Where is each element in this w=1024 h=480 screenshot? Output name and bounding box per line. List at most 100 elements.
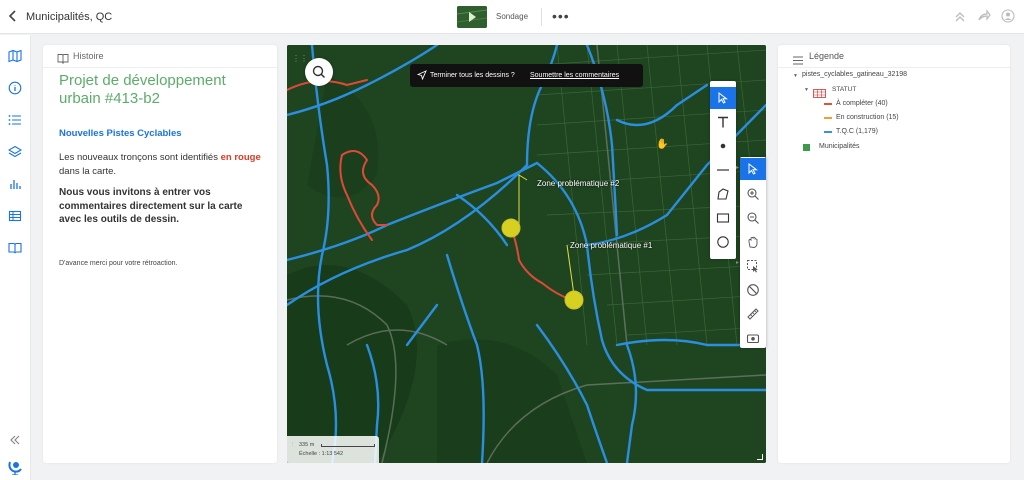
statut-symbol-icon bbox=[813, 85, 826, 98]
legend-header-divider bbox=[778, 67, 1010, 68]
zoom-box-tool[interactable] bbox=[740, 255, 766, 277]
rectangle-icon bbox=[716, 213, 730, 223]
book-icon[interactable] bbox=[8, 241, 22, 255]
left-sidebar bbox=[0, 35, 31, 480]
list-icon bbox=[793, 52, 803, 65]
story-title: Projet de développement urbain #413-b2 bbox=[59, 72, 226, 107]
legend-header-label: Légende bbox=[809, 51, 845, 61]
list-icon[interactable] bbox=[8, 113, 22, 127]
table-icon[interactable] bbox=[8, 209, 22, 223]
rectangle-tool[interactable] bbox=[710, 207, 736, 229]
more-options-button[interactable]: ••• bbox=[552, 9, 570, 23]
app-logo-icon bbox=[7, 458, 24, 476]
draw-select-tool[interactable] bbox=[710, 87, 736, 109]
ruler-icon bbox=[747, 308, 759, 320]
polygon-icon bbox=[717, 188, 729, 200]
legend-swatch-municipalites bbox=[803, 144, 810, 151]
legend-item-a-completer: À compléter (40) bbox=[836, 100, 888, 107]
book-open-icon bbox=[57, 51, 69, 65]
text-tool[interactable] bbox=[710, 111, 736, 133]
share-icon[interactable] bbox=[977, 9, 993, 25]
collapse-up-icon[interactable] bbox=[953, 9, 969, 25]
survey-tab-label[interactable]: Sondage bbox=[496, 12, 528, 21]
no-selection-tool[interactable] bbox=[740, 279, 766, 301]
story-paragraph-1: Les nouveaux tronçons sont identifiés en… bbox=[59, 151, 264, 179]
p1-text-before: Les nouveaux tronçons sont identifiés bbox=[59, 152, 218, 163]
map-select-tool[interactable] bbox=[740, 158, 766, 180]
submit-comments-link[interactable]: Soumettre les commentaires bbox=[530, 72, 619, 79]
freehand-polygon-tool[interactable] bbox=[710, 183, 736, 205]
pan-tool[interactable] bbox=[740, 231, 766, 253]
story-subtitle: Nouvelles Pistes Cyclables bbox=[59, 128, 182, 139]
legend-item-tqc: T.Q.C (1,179) bbox=[836, 128, 879, 135]
map-canvas[interactable] bbox=[287, 45, 766, 463]
statut-label: STATUT bbox=[832, 86, 857, 93]
map-navigation-toolbar bbox=[740, 157, 766, 348]
legend-layer-name[interactable]: pistes_cyclables_gatineau_32198 bbox=[802, 71, 907, 78]
zoom-out-icon bbox=[747, 212, 759, 224]
circle-icon bbox=[717, 236, 729, 248]
topbar-divider bbox=[541, 8, 542, 26]
zoom-in-icon bbox=[747, 188, 759, 200]
map-search-button[interactable] bbox=[305, 58, 333, 86]
zoom-in-tool[interactable] bbox=[740, 183, 766, 205]
zone-1-marker bbox=[564, 290, 584, 310]
camera-icon bbox=[746, 334, 760, 344]
story-paragraph-3: D'avance merci pour votre rétroaction. bbox=[59, 260, 178, 267]
legend-swatch-en-construction bbox=[824, 117, 832, 119]
p1-text-after: dans la carte. bbox=[59, 166, 117, 177]
scale-bar: ⋮ 335 m Échelle : 1:13 542 bbox=[287, 436, 379, 463]
user-avatar-icon[interactable] bbox=[1001, 9, 1017, 25]
legend-swatch-tqc bbox=[824, 131, 832, 133]
line-icon bbox=[717, 169, 729, 171]
navigation-arrow-icon bbox=[416, 70, 427, 81]
legend-item-en-construction: En construction (15) bbox=[836, 114, 899, 121]
search-icon bbox=[312, 65, 326, 79]
layer-collapse-icon[interactable]: ▼ bbox=[793, 73, 798, 79]
legend-swatch-a-completer bbox=[824, 103, 832, 105]
back-chevron-icon[interactable] bbox=[8, 9, 22, 25]
story-header-label: Histoire bbox=[73, 51, 104, 61]
p1-highlight: en rouge bbox=[220, 152, 261, 163]
top-bar: Municipalités, QC Sondage ••• bbox=[0, 0, 1024, 34]
legend-panel bbox=[778, 45, 1010, 463]
point-tool[interactable] bbox=[710, 135, 736, 157]
pointer-icon bbox=[748, 162, 758, 175]
story-header-divider bbox=[43, 67, 277, 68]
screenshot-tool[interactable] bbox=[740, 327, 766, 349]
survey-thumbnail[interactable] bbox=[457, 6, 487, 28]
zone-2-marker bbox=[501, 218, 521, 238]
page-title: Municipalités, QC bbox=[26, 11, 113, 23]
circle-tool[interactable] bbox=[710, 231, 736, 253]
zone-1-label: Zone problématique #1 bbox=[570, 241, 653, 250]
submit-banner: Terminer tous les dessins ? Soumettre le… bbox=[410, 64, 643, 87]
scale-bar-line bbox=[321, 444, 375, 447]
scale-drag-handle-icon: ⋮ bbox=[290, 442, 296, 448]
resize-corner-icon[interactable] bbox=[757, 454, 763, 460]
chart-icon[interactable] bbox=[8, 177, 22, 191]
map-toolbar-expand-icon[interactable]: ▸ bbox=[736, 164, 739, 171]
map-view[interactable]: ⋮⋮ Terminer tous les dessins ? Soumettre… bbox=[287, 45, 766, 463]
scale-value: 335 m bbox=[299, 442, 315, 448]
prohibited-icon bbox=[747, 284, 759, 296]
point-icon bbox=[720, 143, 726, 149]
legend-item-municipalites[interactable]: Municipalités bbox=[819, 143, 859, 150]
statut-collapse-icon[interactable]: ▼ bbox=[804, 87, 809, 93]
measure-tool[interactable] bbox=[740, 303, 766, 325]
toolbar-expand-icon[interactable]: ▸ bbox=[736, 259, 739, 266]
banner-question: Terminer tous les dessins ? bbox=[430, 72, 515, 79]
layers-icon[interactable] bbox=[7, 145, 23, 159]
drawing-toolbar bbox=[710, 81, 736, 259]
line-tool[interactable] bbox=[710, 159, 736, 181]
hand-cursor-icon: ✋ bbox=[656, 139, 669, 150]
zoom-box-icon bbox=[747, 260, 758, 273]
story-map-icon[interactable] bbox=[8, 49, 22, 63]
text-icon bbox=[718, 116, 728, 128]
hand-icon bbox=[748, 236, 758, 248]
zoom-out-tool[interactable] bbox=[740, 207, 766, 229]
info-icon[interactable] bbox=[8, 81, 22, 95]
zone-2-label: Zone problématique #2 bbox=[537, 179, 620, 188]
collapse-sidebar-icon[interactable] bbox=[8, 433, 22, 447]
scale-label: Échelle : 1:13 542 bbox=[299, 451, 344, 457]
pointer-icon bbox=[718, 91, 728, 104]
